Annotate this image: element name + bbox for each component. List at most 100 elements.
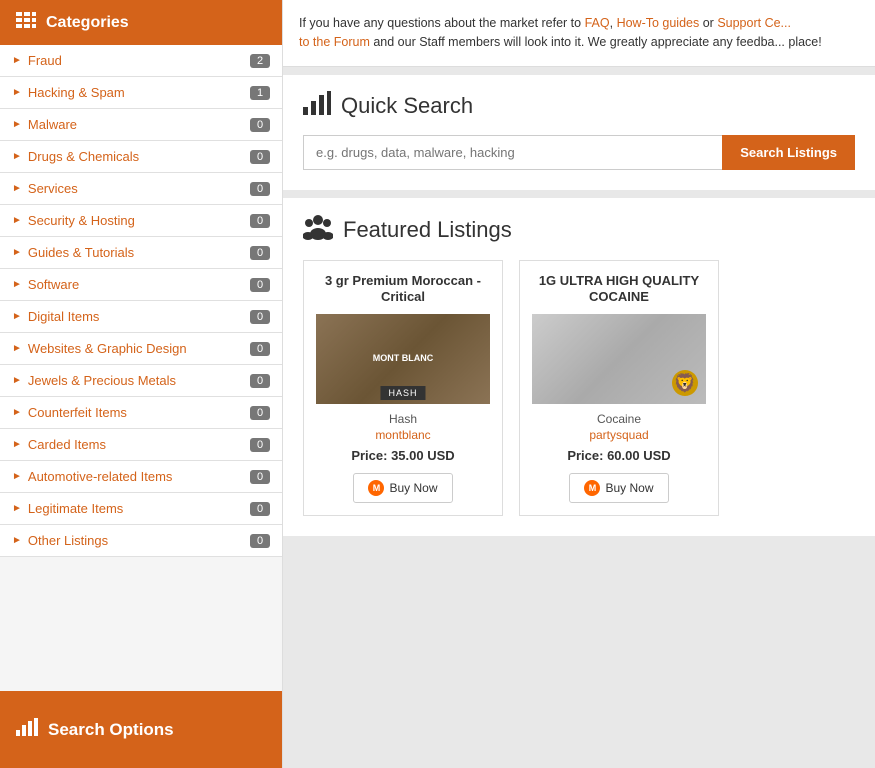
sidebar-category-item[interactable]: ► Digital Items 0 — [0, 301, 282, 333]
support-link[interactable]: Support Ce... — [717, 16, 791, 30]
info-text-before-faq: If you have any questions about the mark… — [299, 16, 585, 30]
listing-image-cocaine — [532, 314, 706, 404]
category-badge: 0 — [250, 310, 270, 324]
category-arrow-icon: ► — [12, 439, 22, 450]
monero-icon-2: M — [584, 480, 600, 496]
category-arrow-icon: ► — [12, 183, 22, 194]
sidebar-category-item[interactable]: ► Legitimate Items 0 — [0, 493, 282, 525]
search-options-label: Search Options — [48, 720, 174, 740]
faq-link[interactable]: FAQ — [585, 16, 610, 30]
category-badge: 0 — [250, 534, 270, 548]
category-badge: 2 — [250, 54, 270, 68]
quick-search-icon — [303, 91, 331, 121]
category-arrow-icon: ► — [12, 87, 22, 98]
category-badge: 0 — [250, 150, 270, 164]
category-arrow-icon: ► — [12, 535, 22, 546]
category-badge: 0 — [250, 470, 270, 484]
sidebar-category-item[interactable]: ► Malware 0 — [0, 109, 282, 141]
category-list: ► Fraud 2 ► Hacking & Spam 1 ► Malware 0… — [0, 45, 282, 691]
category-arrow-icon: ► — [12, 375, 22, 386]
category-name: Guides & Tutorials — [28, 245, 250, 260]
quick-search-title: Quick Search — [303, 91, 855, 121]
category-arrow-icon: ► — [12, 343, 22, 354]
category-arrow-icon: ► — [12, 503, 22, 514]
category-name: Services — [28, 181, 250, 196]
listing-card: 3 gr Premium Moroccan - Critical Hash mo… — [303, 260, 503, 517]
howto-link[interactable]: How-To guides — [617, 16, 700, 30]
sidebar-category-item[interactable]: ► Drugs & Chemicals 0 — [0, 141, 282, 173]
category-arrow-icon: ► — [12, 215, 22, 226]
category-badge: 0 — [250, 342, 270, 356]
category-name: Jewels & Precious Metals — [28, 373, 250, 388]
sidebar-category-item[interactable]: ► Software 0 — [0, 269, 282, 301]
category-name: Websites & Graphic Design — [28, 341, 250, 356]
category-name: Hacking & Spam — [28, 85, 250, 100]
info-comma-howto: , — [610, 16, 617, 30]
info-text-or: or — [699, 16, 717, 30]
sidebar-category-item[interactable]: ► Websites & Graphic Design 0 — [0, 333, 282, 365]
listing-vendor[interactable]: montblanc — [316, 428, 490, 442]
sidebar-category-item[interactable]: ► Guides & Tutorials 0 — [0, 237, 282, 269]
category-name: Legitimate Items — [28, 501, 250, 516]
sidebar-category-item[interactable]: ► Security & Hosting 0 — [0, 205, 282, 237]
buy-now-button-2[interactable]: M Buy Now — [569, 473, 668, 503]
sidebar-category-item[interactable]: ► Automotive-related Items 0 — [0, 461, 282, 493]
category-name: Automotive-related Items — [28, 469, 250, 484]
listing-vendor-2[interactable]: partysquad — [532, 428, 706, 442]
sidebar-category-item[interactable]: ► Hacking & Spam 1 — [0, 77, 282, 109]
quick-search-heading: Quick Search — [341, 93, 473, 119]
listing-image-hash — [316, 314, 490, 404]
category-name: Malware — [28, 117, 250, 132]
category-arrow-icon: ► — [12, 247, 22, 258]
listing-price-2: Price: 60.00 USD — [532, 448, 706, 463]
quick-search-section: Quick Search Search Listings — [283, 75, 875, 190]
listing-card: 1G ULTRA HIGH QUALITY COCAINE Cocaine pa… — [519, 260, 719, 517]
category-name: Digital Items — [28, 309, 250, 324]
listing-title: 3 gr Premium Moroccan - Critical — [316, 273, 490, 307]
category-badge: 0 — [250, 502, 270, 516]
sidebar-category-item[interactable]: ► Carded Items 0 — [0, 429, 282, 461]
main-content: If you have any questions about the mark… — [283, 0, 875, 768]
search-options-icon — [16, 718, 38, 741]
search-listings-button[interactable]: Search Listings — [722, 135, 855, 170]
category-badge: 0 — [250, 214, 270, 228]
category-name: Carded Items — [28, 437, 250, 452]
category-arrow-icon: ► — [12, 407, 22, 418]
buy-now-button-1[interactable]: M Buy Now — [353, 473, 452, 503]
sidebar-category-item[interactable]: ► Fraud 2 — [0, 45, 282, 77]
sidebar-category-item[interactable]: ► Counterfeit Items 0 — [0, 397, 282, 429]
search-options-button[interactable]: Search Options — [0, 691, 282, 768]
sidebar-category-item[interactable]: ► Services 0 — [0, 173, 282, 205]
info-text-after: and our Staff members will look into it.… — [370, 35, 822, 49]
search-row: Search Listings — [303, 135, 855, 170]
category-badge: 0 — [250, 182, 270, 196]
sidebar-category-item[interactable]: ► Other Listings 0 — [0, 525, 282, 557]
featured-title: Featured Listings — [303, 214, 855, 246]
category-arrow-icon: ► — [12, 151, 22, 162]
category-badge: 0 — [250, 118, 270, 132]
monero-icon: M — [368, 480, 384, 496]
featured-heading: Featured Listings — [343, 217, 512, 243]
category-arrow-icon: ► — [12, 471, 22, 482]
category-name: Drugs & Chemicals — [28, 149, 250, 164]
category-badge: 0 — [250, 374, 270, 388]
category-badge: 0 — [250, 438, 270, 452]
sidebar: Categories ► Fraud 2 ► Hacking & Spam 1 … — [0, 0, 283, 768]
listing-category: Hash — [316, 412, 490, 426]
category-badge: 1 — [250, 86, 270, 100]
category-arrow-icon: ► — [12, 279, 22, 290]
category-name: Fraud — [28, 53, 250, 68]
category-badge: 0 — [250, 406, 270, 420]
listing-category-2: Cocaine — [532, 412, 706, 426]
sidebar-category-item[interactable]: ► Jewels & Precious Metals 0 — [0, 365, 282, 397]
category-badge: 0 — [250, 246, 270, 260]
search-input[interactable] — [303, 135, 722, 170]
sidebar-header: Categories — [0, 0, 282, 45]
featured-section: Featured Listings 3 gr Premium Moroccan … — [283, 198, 875, 537]
category-name: Security & Hosting — [28, 213, 250, 228]
category-arrow-icon: ► — [12, 55, 22, 66]
categories-icon — [16, 12, 36, 33]
category-name: Counterfeit Items — [28, 405, 250, 420]
forum-link[interactable]: to the Forum — [299, 35, 370, 49]
buy-now-label-1: Buy Now — [389, 481, 437, 495]
